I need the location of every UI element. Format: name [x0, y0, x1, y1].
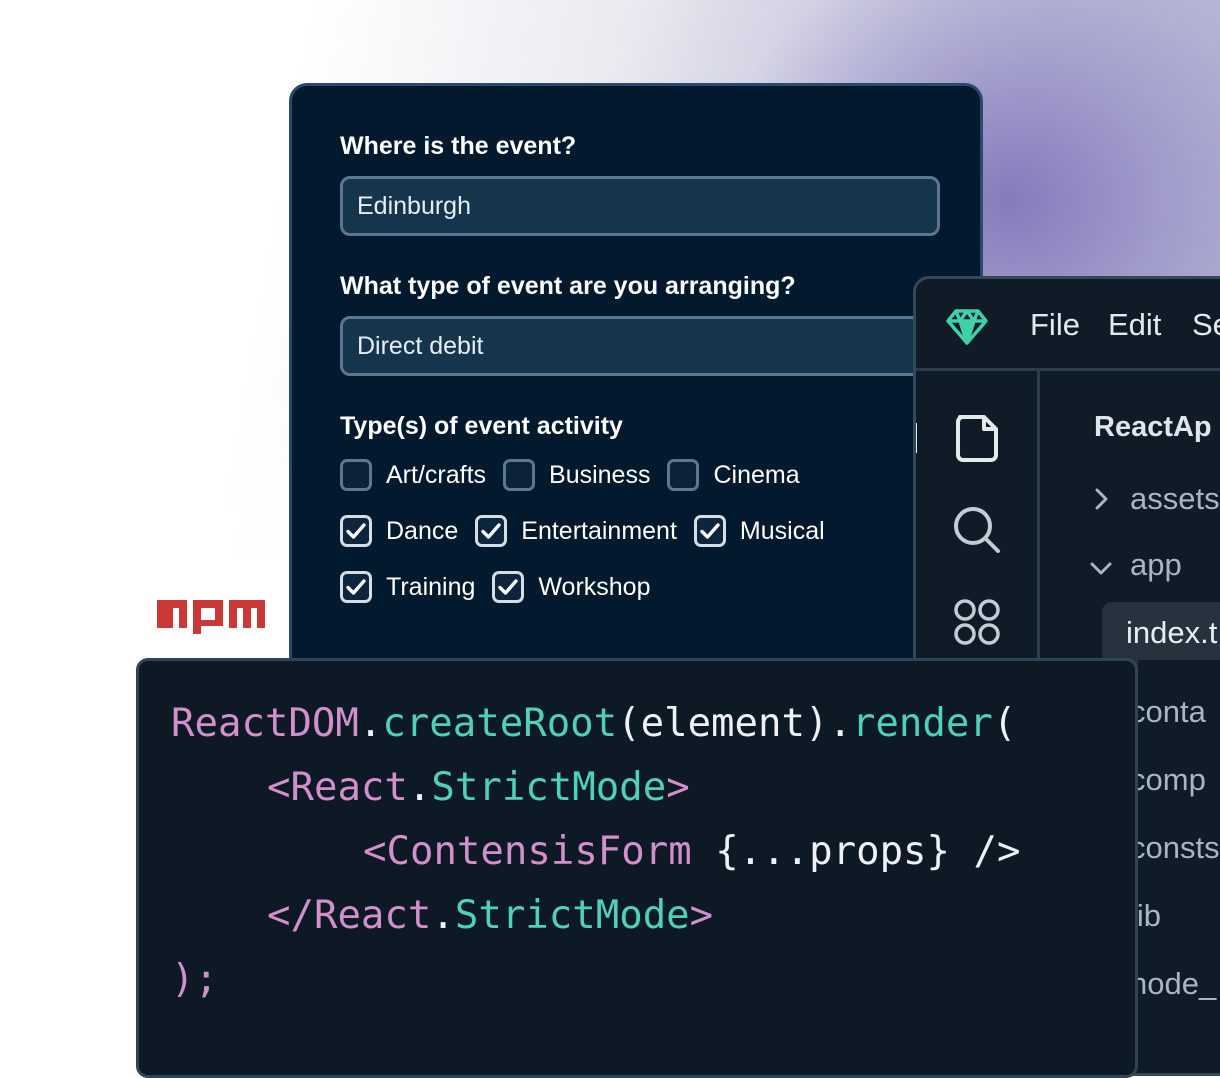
extensions-icon[interactable] [950, 595, 1004, 649]
code-token: (element). [617, 701, 852, 746]
event-type-question-label: What type of event are you arranging? [340, 272, 796, 300]
checkmark-icon [346, 523, 366, 539]
activity-row-1: Art/crafts Business Cinema [340, 459, 817, 491]
checkbox-label: Musical [739, 516, 825, 545]
checkbox-label: Business [549, 460, 651, 489]
checkbox-box[interactable] [475, 515, 508, 547]
location-input[interactable]: Edinburgh [340, 176, 940, 236]
code-token: createRoot [382, 701, 618, 746]
menu-edit[interactable]: Edit [1108, 307, 1161, 343]
location-question-label: Where is the event? [340, 132, 577, 160]
code-token: . [358, 701, 383, 746]
code-token: ); [171, 957, 218, 1002]
checkmark-icon [481, 523, 501, 539]
explorer-tree-continued: conta comp consts lib node_ [1138, 660, 1220, 1040]
explorer-title: ReactAp [1094, 411, 1212, 443]
tree-file-index[interactable]: index.t [1126, 615, 1217, 651]
code-token: </React [267, 893, 432, 938]
event-form-panel: Where is the event? Edinburgh What type … [289, 83, 983, 683]
code-token: . [431, 893, 455, 938]
activity-question-label: Type(s) of event activity [340, 412, 623, 440]
checkbox-label: Cinema [713, 460, 800, 489]
code-line-2: <React.StrictMode> [267, 765, 690, 810]
code-snippet-panel: ReactDOM.createRoot(element).render( <Re… [136, 658, 1138, 1078]
tree-item-consts[interactable]: consts [1138, 830, 1220, 866]
chevron-down-icon[interactable] [1088, 555, 1114, 581]
code-token: render [851, 701, 993, 746]
menu-file[interactable]: File [1030, 307, 1080, 343]
tree-item-conta[interactable]: conta [1138, 694, 1206, 730]
code-token: <ContensisForm [363, 829, 692, 874]
code-token: ( [992, 701, 1017, 746]
code-token: ReactDOM [171, 701, 359, 746]
checkbox-training[interactable]: Training [340, 571, 475, 603]
checkbox-label: Art/crafts [386, 460, 487, 489]
code-token: > [666, 765, 690, 810]
editor-menubar: File Edit Se [916, 279, 1220, 371]
activity-row-2: Dance Entertainment Musical [340, 515, 842, 547]
checkbox-box[interactable] [340, 515, 372, 547]
code-token: StrictMode [454, 893, 690, 938]
checkbox-cinema[interactable]: Cinema [667, 459, 800, 491]
chevron-right-icon[interactable] [1088, 486, 1114, 512]
tree-folder-assets[interactable]: assets [1130, 481, 1220, 517]
search-icon[interactable] [950, 503, 1004, 557]
checkbox-label: Training [386, 572, 476, 601]
checkbox-entertainment[interactable]: Entertainment [475, 515, 677, 547]
code-token: <React [267, 765, 408, 810]
checkbox-label: Workshop [538, 572, 651, 601]
checkbox-box[interactable] [667, 459, 700, 491]
code-token: {...props} [691, 829, 974, 874]
tree-folder-app[interactable]: app [1130, 547, 1182, 583]
active-indicator [916, 423, 917, 453]
checkmark-icon [498, 579, 519, 595]
gem-icon [946, 309, 988, 345]
code-line-1: ReactDOM.createRoot(element).render( [171, 701, 1016, 746]
checkbox-business[interactable]: Business [503, 459, 650, 491]
checkmark-icon [346, 579, 366, 595]
checkbox-dance[interactable]: Dance [340, 515, 458, 547]
checkbox-workshop[interactable]: Workshop [492, 571, 651, 603]
event-type-input[interactable]: Direct debit [340, 316, 960, 376]
code-line-5: ); [171, 957, 218, 1002]
code-token: . [407, 765, 432, 810]
checkbox-box[interactable] [340, 459, 372, 491]
files-icon[interactable] [950, 411, 1004, 465]
code-line-3: <ContensisForm {...props} /> [363, 829, 1020, 874]
checkbox-box[interactable] [492, 571, 525, 603]
checkmark-icon [700, 523, 720, 539]
checkbox-art-crafts[interactable]: Art/crafts [340, 459, 486, 491]
tree-item-node[interactable]: node_ [1138, 966, 1216, 1002]
code-line-4: </React.StrictMode> [267, 893, 713, 938]
code-token: > [689, 893, 714, 938]
code-token: /> [973, 829, 1021, 874]
checkbox-label: Entertainment [521, 516, 677, 545]
checkbox-box[interactable] [340, 571, 372, 603]
npm-logo [157, 600, 265, 634]
checkbox-box[interactable] [503, 459, 536, 491]
tree-item-lib[interactable]: lib [1138, 898, 1161, 934]
code-token: StrictMode [431, 765, 667, 810]
tree-item-comp[interactable]: comp [1138, 762, 1206, 798]
checkbox-label: Dance [386, 516, 459, 545]
activity-row-3: Training Workshop [340, 571, 668, 603]
checkbox-musical[interactable]: Musical [693, 515, 825, 547]
checkbox-box[interactable] [693, 515, 726, 547]
menu-selection[interactable]: Se [1192, 307, 1220, 343]
